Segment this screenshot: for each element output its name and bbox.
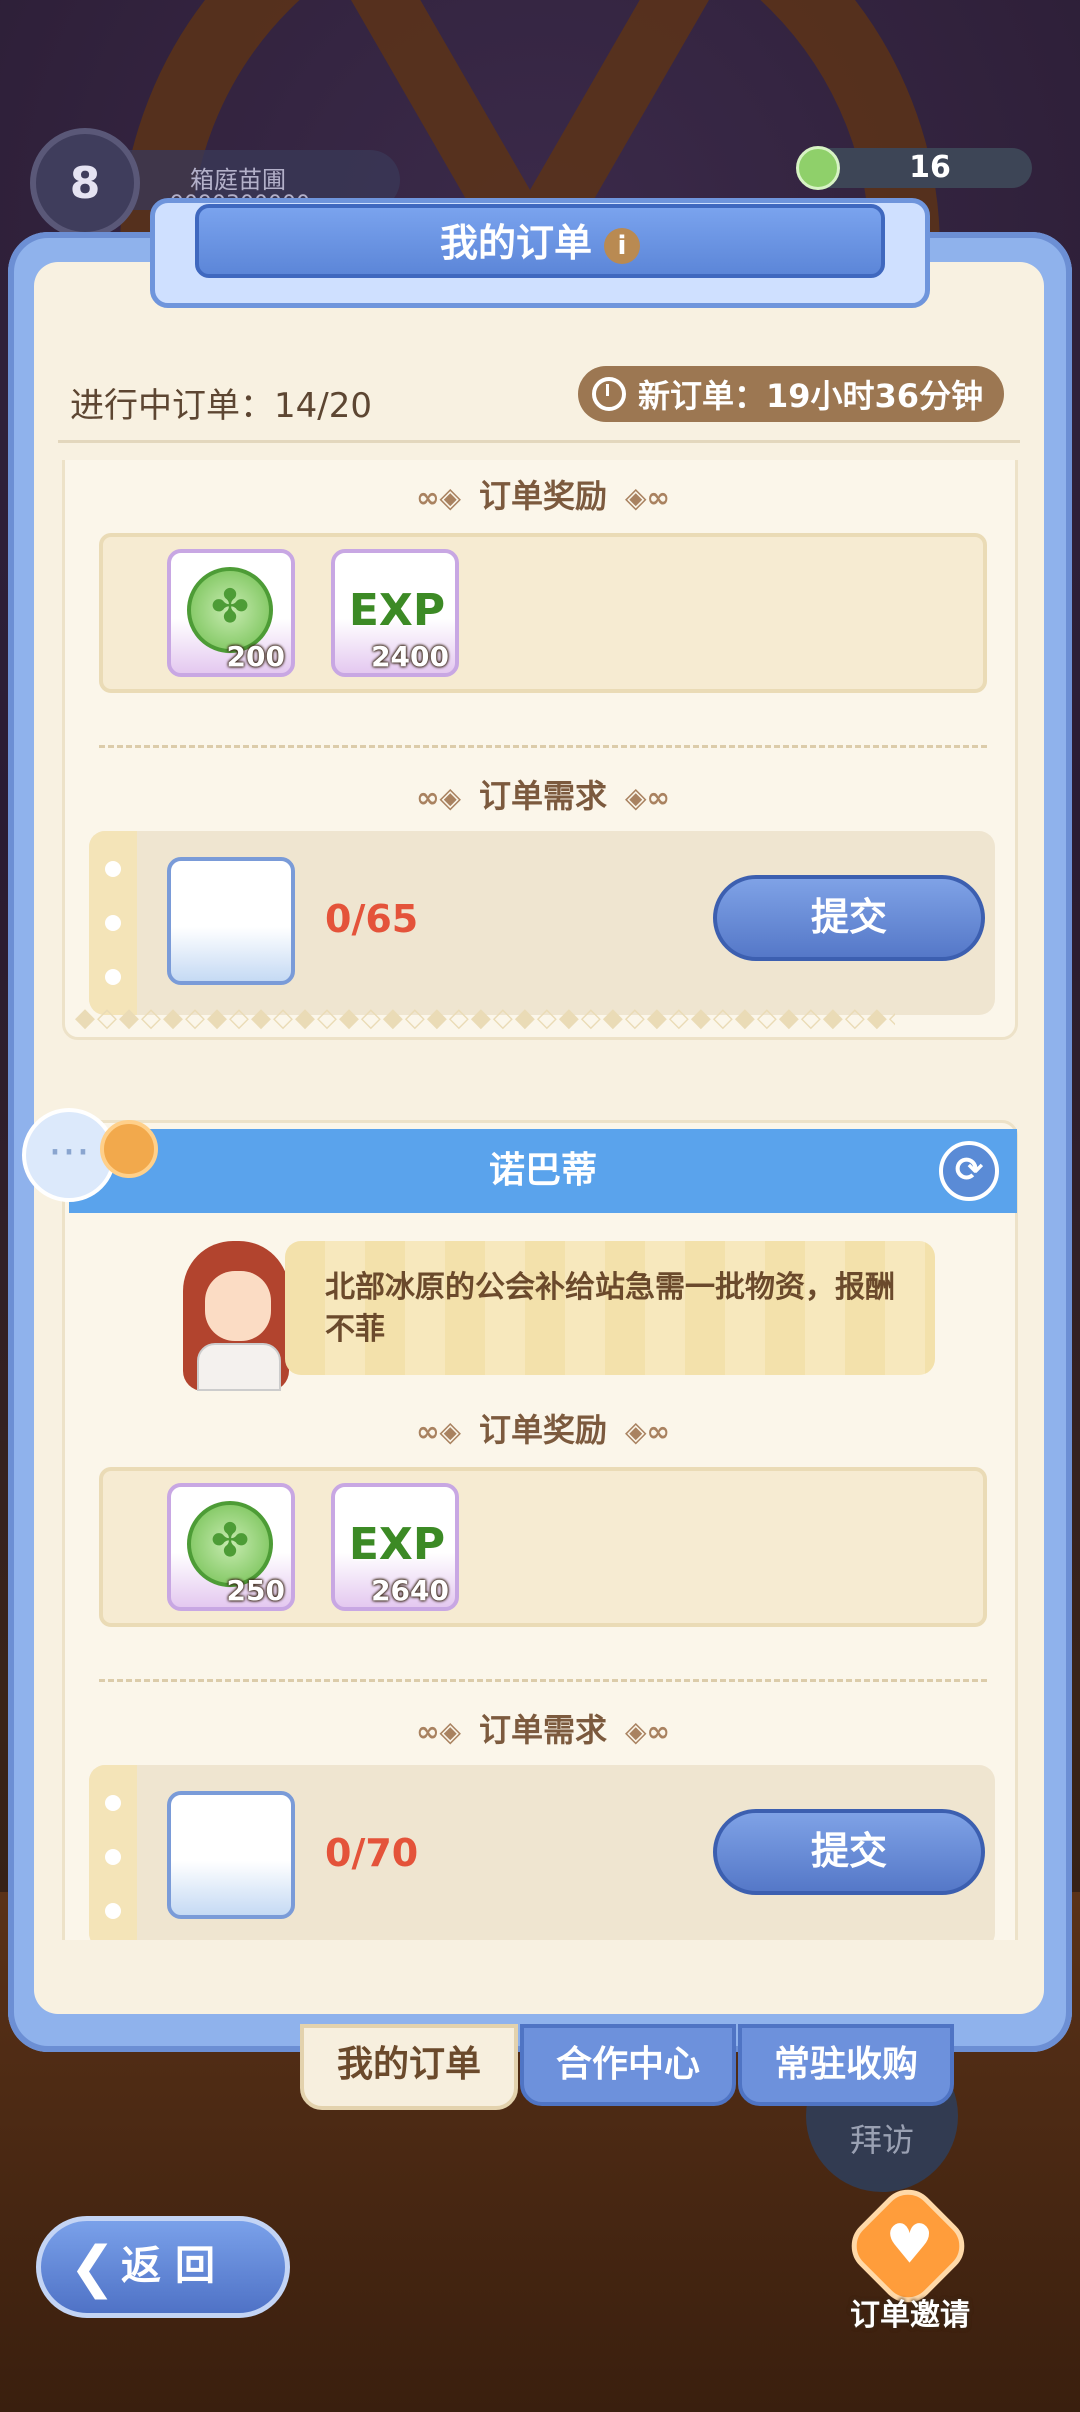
ornament-left-icon: ∞◈ [416,781,461,814]
requirement-row: 0/70 提交 [89,1765,995,1940]
ornament-left-icon: ∞◈ [416,481,461,514]
requirement-progress: 0/70 [325,1831,419,1875]
back-button[interactable]: ❮ 返回 [36,2216,290,2318]
order-card: ∞◈ 订单奖励 ◈∞ 200 EXP 2400 ∞◈ 订单需求 ◈∞ 0/65 提交 ◆… [62,460,1018,1040]
reward-box: 200 EXP 2400 [99,533,987,693]
card-bottom-pattern: ◆◇◆◇◆◇◆◇◆◇◆◇◆◇◆◇◆◇◆◇◆◇◆◇◆◇◆◇◆◇◆◇◆◇◆◇◆◇◆◇ [75,1003,895,1033]
refresh-icon[interactable]: ⟳ [939,1141,999,1201]
submit-button[interactable]: 提交 [713,1809,985,1895]
coin-amount: 16 [909,150,951,185]
requirement-header-label: 订单需求 [478,777,607,815]
requirement-header: ∞◈ 订单需求 ◈∞ [65,771,1018,817]
chat-notification-icon [100,1120,158,1178]
panel-title-label: 我的订单 [439,221,592,265]
reward-item-coin[interactable]: 200 [167,549,295,677]
tab-cooperation-center[interactable]: 合作中心 [520,2024,736,2106]
panel-title: 我的订单 i [0,212,1080,267]
reward-header: ∞◈ 订单奖励 ◈∞ [65,1405,1018,1451]
reward-qty: 2400 [371,640,449,673]
info-icon[interactable]: i [604,227,640,264]
requirement-progress: 0/65 [325,897,419,941]
exp-label: EXP [348,1519,446,1570]
tab-permanent-purchase[interactable]: 常驻收购 [738,2024,954,2106]
npc-body [197,1343,281,1391]
reward-box: 250 EXP 2640 [99,1467,987,1627]
clock-icon [592,377,626,411]
header-divider [58,440,1020,443]
npc-message: 北部冰原的公会补给站急需一批物资，报酬不菲 [285,1241,935,1375]
reward-item-exp[interactable]: EXP 2640 [331,1483,459,1612]
requirement-header: ∞◈ 订单需求 ◈∞ [65,1705,1018,1751]
ornament-right-icon: ◈∞ [625,781,670,814]
requirement-strip [89,1765,137,1940]
requirement-strip [89,831,137,1015]
tab-my-orders[interactable]: 我的订单 [300,2024,518,2110]
new-order-timer: 新订单：19小时36分钟 [578,366,1004,422]
orders-in-progress: 进行中订单：14/20 [70,386,372,426]
exp-label: EXP [348,585,446,636]
submit-button[interactable]: 提交 [713,875,985,961]
reward-qty: 2640 [371,1574,449,1607]
section-divider [99,1679,987,1682]
order-card: 诺巴蒂 ⟳ 北部冰原的公会补给站急需一批物资，报酬不菲 ∞◈ 订单奖励 ◈∞ 250… [62,1120,1018,1940]
radish-icon[interactable] [167,1791,295,1919]
new-order-timer-text: 新订单：19小时36分钟 [638,377,984,415]
back-arrow-icon: ❮ [69,2235,116,2300]
reward-header-label: 订单奖励 [478,477,607,515]
ornament-right-icon: ◈∞ [625,1415,670,1448]
salad-bowl-icon[interactable] [167,857,295,985]
requirement-row: 0/65 提交 [89,831,995,1015]
npc-portrait [171,1231,301,1391]
ornament-left-icon: ∞◈ [416,1415,461,1448]
player-name: 箱庭苗圃 [190,166,286,194]
order-invite-label[interactable]: 订单邀请 [820,2290,1000,2334]
back-label: 返回 [121,2243,229,2289]
npc-name: 诺巴蒂 [488,1150,597,1191]
clover-coin-icon [796,146,840,190]
reward-item-coin[interactable]: 250 [167,1483,295,1611]
npc-face [205,1271,271,1341]
ornament-right-icon: ◈∞ [625,481,670,514]
requirement-header-label: 订单需求 [478,1711,607,1749]
reward-header: ∞◈ 订单奖励 ◈∞ [65,471,1018,517]
ornament-right-icon: ◈∞ [625,1715,670,1748]
reward-qty: 200 [226,640,285,673]
npc-name-bar: 诺巴蒂 ⟳ [69,1129,1017,1213]
reward-qty: 250 [226,1574,285,1607]
reward-item-exp[interactable]: EXP 2400 [331,549,459,678]
reward-header-label: 订单奖励 [478,1411,607,1449]
order-list[interactable]: ∞◈ 订单奖励 ◈∞ 200 EXP 2400 ∞◈ 订单需求 ◈∞ 0/65 提交 ◆… [62,460,1018,1940]
section-divider [99,745,987,748]
ornament-left-icon: ∞◈ [416,1715,461,1748]
